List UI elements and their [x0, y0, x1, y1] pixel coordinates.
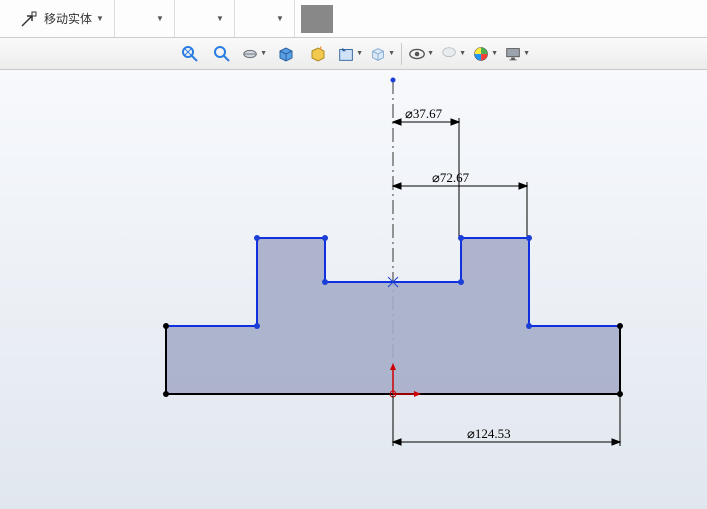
chevron-down-icon[interactable]: ▼: [216, 14, 224, 23]
chevron-down-icon: ▼: [427, 50, 434, 57]
tool-slot-2[interactable]: ▼: [115, 0, 175, 37]
chevron-down-icon[interactable]: ▼: [276, 14, 284, 23]
visibility-button[interactable]: ▼: [408, 41, 434, 67]
section-view-button[interactable]: ▼: [241, 41, 267, 67]
move-entity-icon: [18, 8, 40, 30]
chevron-down-icon: ▼: [356, 50, 363, 57]
dimension-d2: [393, 182, 527, 238]
graphics-area[interactable]: ⌀37.67 ⌀72.67 ⌀124.53: [0, 70, 707, 509]
sketch-point[interactable]: [617, 391, 623, 397]
command-toolbar: 移动实体 ▼ ▼ ▼ ▼: [0, 0, 707, 38]
sketch-point[interactable]: [526, 235, 532, 241]
color-swatch[interactable]: [301, 5, 333, 33]
filter-button[interactable]: ▼: [440, 41, 466, 67]
dimension-label-d3[interactable]: ⌀124.53: [467, 426, 511, 442]
chevron-down-icon: ▼: [523, 50, 530, 57]
chevron-down-icon[interactable]: ▼: [96, 14, 104, 23]
move-entity-label: 移动实体: [44, 10, 92, 27]
move-entity-tool[interactable]: 移动实体 ▼: [8, 0, 115, 37]
chevron-down-icon[interactable]: ▼: [156, 14, 164, 23]
view-toolbar: ▼ ▼ ▼ ▼ ▼ ▼ ▼: [0, 38, 707, 70]
dimension-label-d1[interactable]: ⌀37.67: [405, 106, 442, 122]
sketch-point[interactable]: [163, 323, 169, 329]
sketch-point[interactable]: [322, 235, 328, 241]
view-cube-button[interactable]: ▼: [369, 41, 395, 67]
tool-slot-3[interactable]: ▼: [175, 0, 235, 37]
tool-slot-4[interactable]: ▼: [235, 0, 295, 37]
sketch-point[interactable]: [458, 279, 464, 285]
dimension-label-d2[interactable]: ⌀72.67: [432, 170, 469, 186]
chevron-down-icon: ▼: [491, 50, 498, 57]
chevron-down-icon: ▼: [260, 50, 267, 57]
sketch-point[interactable]: [322, 279, 328, 285]
orientation-button[interactable]: ▼: [337, 41, 363, 67]
chevron-down-icon: ▼: [459, 50, 466, 57]
sketch-point[interactable]: [163, 391, 169, 397]
sketch-point[interactable]: [458, 235, 464, 241]
monitor-button[interactable]: ▼: [504, 41, 530, 67]
sketch-point[interactable]: [526, 323, 532, 329]
zoom-fit-button[interactable]: [177, 41, 203, 67]
sketch-point[interactable]: [254, 323, 260, 329]
sketch-point[interactable]: [254, 235, 260, 241]
isometric-button[interactable]: [273, 41, 299, 67]
chevron-down-icon: ▼: [388, 50, 395, 57]
zoom-window-button[interactable]: [209, 41, 235, 67]
appearance-button[interactable]: ▼: [472, 41, 498, 67]
display-style-button[interactable]: [305, 41, 331, 67]
sketch-point[interactable]: [617, 323, 623, 329]
